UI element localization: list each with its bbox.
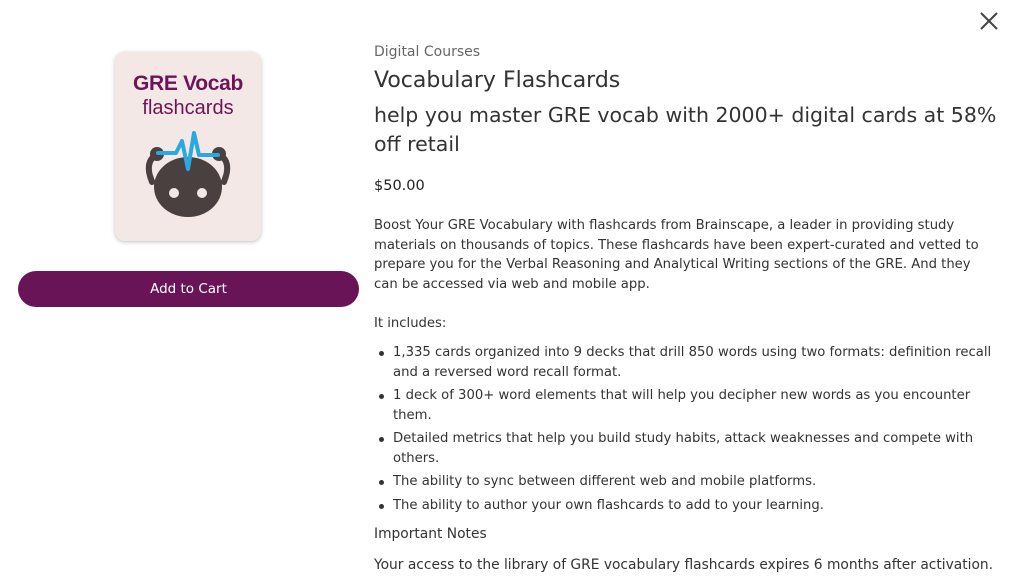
product-title: Vocabulary Flashcards <box>374 68 621 93</box>
list-item: The ability to author your own flashcard… <box>374 496 1002 516</box>
product-image-title: GRE Vocab <box>132 72 244 95</box>
add-to-cart-button[interactable]: Add to Cart <box>18 271 359 307</box>
includes-list: 1,335 cards organized into 9 decks that … <box>374 343 1002 519</box>
list-item: 1 deck of 300+ word elements that will h… <box>374 386 1002 425</box>
product-category: Digital Courses <box>374 44 481 60</box>
product-image-subtitle: flashcards <box>142 97 234 119</box>
close-button[interactable] <box>978 10 1000 32</box>
list-item: The ability to sync between different we… <box>374 472 1002 492</box>
list-item: 1,335 cards organized into 9 decks that … <box>374 343 1002 382</box>
close-icon <box>980 12 998 30</box>
notes-label: Important Notes <box>374 526 487 542</box>
product-image: GRE Vocab flashcards <box>115 52 261 241</box>
includes-label: It includes: <box>374 316 447 331</box>
product-description: Boost Your GRE Vocabulary with flashcard… <box>374 218 979 292</box>
list-item: Detailed metrics that help you build stu… <box>374 429 1002 468</box>
product-subtitle: help you master GRE vocab with 2000+ dig… <box>374 103 997 156</box>
notes-text: Your access to the library of GRE vocabu… <box>374 557 994 573</box>
brainscape-logo-icon <box>145 131 231 217</box>
product-price: $50.00 <box>374 178 425 194</box>
